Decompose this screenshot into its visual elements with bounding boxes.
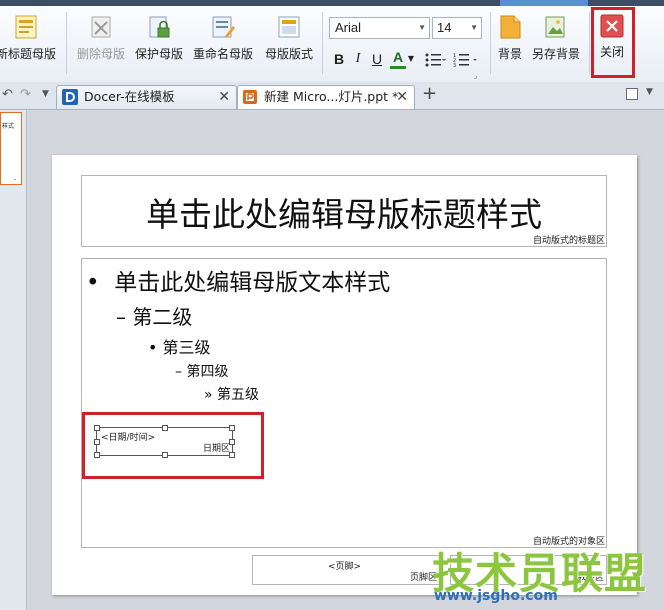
rename-icon: [212, 16, 235, 38]
title-text: 单击此处编辑母版标题样式: [146, 195, 542, 234]
chevron-down-icon[interactable]: ▼: [646, 87, 653, 97]
delete-master-button[interactable]: 删除母版: [77, 14, 125, 62]
undo-icon[interactable]: ↶: [2, 87, 13, 102]
footer-placeholder-text: <页脚>: [328, 562, 362, 572]
close-tab-icon[interactable]: ✕: [218, 86, 230, 108]
font-color-dropdown[interactable]: ▼: [407, 49, 415, 69]
title-placeholder[interactable]: 单击此处编辑母版标题样式 自动版式的标题区: [81, 175, 607, 247]
document-tab-bar: ↶ ↷ ▼ Docer-在线模板 ✕ 新建 Micro...灯片.ppt * ✕…: [0, 82, 664, 110]
presentation-file-icon: [243, 90, 257, 104]
tab-docer-templates[interactable]: Docer-在线模板 ✕: [56, 85, 237, 109]
close-button-highlight: [591, 7, 635, 78]
underline-button[interactable]: U: [370, 49, 384, 69]
protect-master-button[interactable]: 保护母版: [135, 14, 183, 62]
body-level-5: » 第五级: [204, 387, 260, 403]
bullet-list-icon[interactable]: [424, 52, 446, 68]
close-tab-icon[interactable]: ✕: [396, 86, 408, 108]
delete-master-icon: [91, 16, 111, 38]
master-slide: 单击此处编辑母版标题样式 自动版式的标题区 • 单击此处编辑母版文本样式 – 第…: [52, 155, 637, 595]
italic-button[interactable]: I: [352, 49, 364, 69]
restore-window-icon[interactable]: [626, 88, 638, 100]
ribbon-separator: [322, 12, 323, 74]
quick-access-dropdown-icon[interactable]: ▼: [42, 89, 49, 99]
body-level-2: – 第二级: [116, 305, 193, 329]
body-level-1: • 单击此处编辑母版文本样式: [86, 270, 391, 296]
master-layout-button[interactable]: 母版版式: [265, 14, 313, 62]
font-name-select[interactable]: Arial ▼: [329, 17, 430, 39]
docer-icon: [62, 89, 78, 105]
new-tab-plus-icon[interactable]: +: [422, 83, 437, 104]
ribbon-separator: [66, 12, 67, 74]
lock-icon: [149, 16, 170, 38]
ribbon-separator: [490, 12, 491, 74]
font-size-select[interactable]: 14 ▼: [432, 17, 482, 39]
background-button[interactable]: 背景: [498, 14, 522, 62]
slide-thumbnail-panel: 样式 -: [0, 110, 27, 610]
rename-master-button[interactable]: 重命名母版: [193, 14, 253, 62]
body-level-4: – 第四级: [175, 364, 229, 380]
chevron-down-icon: ▼: [418, 23, 426, 32]
body-level-3: • 第三级: [148, 338, 211, 357]
svg-text:3: 3: [453, 63, 456, 68]
title-area-label: 自动版式的标题区: [532, 236, 605, 246]
chevron-down-icon: ▼: [470, 23, 478, 32]
layout-icon: [278, 16, 300, 38]
footer-placeholder[interactable]: <页脚> 页脚区: [252, 555, 440, 585]
slide-thumbnail[interactable]: 样式 -: [0, 112, 22, 185]
save-background-button[interactable]: 另存背景: [532, 14, 580, 62]
numbered-list-icon[interactable]: 123: [453, 52, 479, 68]
new-title-master-button[interactable]: 新标题母版: [0, 14, 56, 62]
ribbon-toolbar: 新标题母版 删除母版 保护母版 重命名母版 母版版式 Arial ▼ 14 ▼ B …: [0, 6, 664, 83]
watermark-url: www.jsgho.com: [434, 588, 558, 604]
background-icon: [500, 15, 521, 39]
tab-presentation[interactable]: 新建 Micro...灯片.ppt * ✕: [237, 85, 415, 109]
dialog-launcher-icon[interactable]: ⌟: [474, 72, 477, 80]
date-area-highlight: [82, 412, 264, 479]
body-placeholder[interactable]: • 单击此处编辑母版文本样式 – 第二级 • 第三级 – 第四级 » 第五级 自…: [81, 258, 607, 548]
ribbon-separator: [589, 12, 590, 74]
new-master-icon: [15, 15, 37, 39]
redo-icon[interactable]: ↷: [20, 87, 31, 102]
save-background-icon: [545, 16, 565, 38]
bold-button[interactable]: B: [332, 49, 346, 69]
font-color-button[interactable]: A: [390, 49, 406, 69]
